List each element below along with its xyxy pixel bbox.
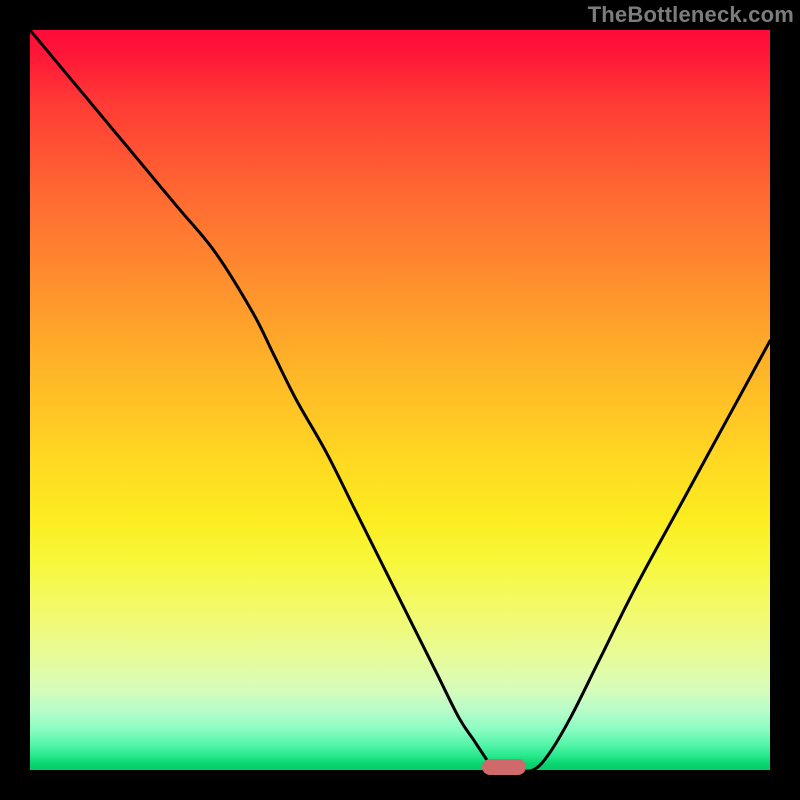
watermark-text: TheBottleneck.com: [588, 2, 794, 28]
plot-area: [30, 30, 770, 770]
bottleneck-curve: [30, 30, 770, 770]
optimal-marker: [482, 759, 526, 775]
chart-frame: TheBottleneck.com: [0, 0, 800, 800]
